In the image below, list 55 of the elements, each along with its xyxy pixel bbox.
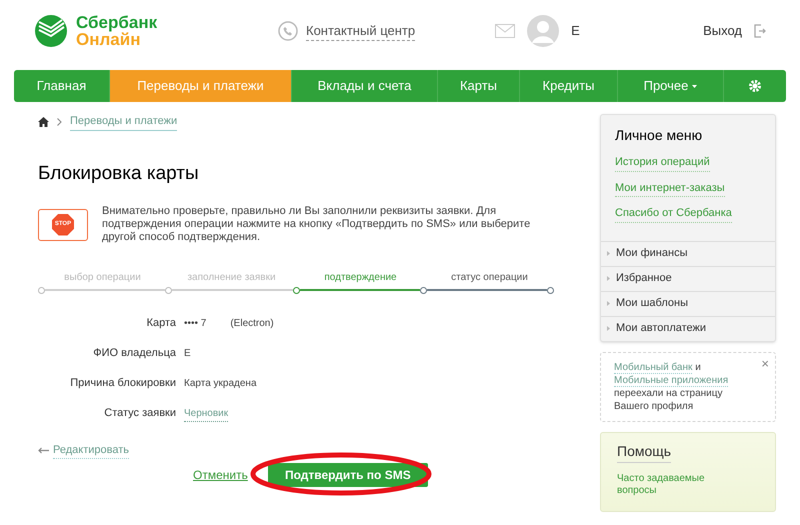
phone-icon	[278, 21, 298, 41]
panel-title: Личное меню	[615, 126, 704, 145]
nav-tab[interactable]: Прочее	[618, 70, 724, 102]
left-arrow-icon	[38, 446, 49, 454]
field-label: Статус заявки	[103, 406, 176, 422]
page-title: Блокировка карты	[38, 162, 200, 186]
tip-link[interactable]: Мобильные приложения	[614, 374, 728, 386]
step-label: выбор операции	[63, 270, 142, 284]
triangle-right-icon	[607, 276, 610, 281]
edit-link[interactable]: Редактировать	[53, 442, 129, 459]
close-icon[interactable]: ×	[761, 354, 769, 373]
faq-link[interactable]: Часто задаваемые вопросы	[617, 472, 707, 496]
triangle-right-icon	[607, 301, 610, 306]
breadcrumb-link[interactable]: Переводы и платежи	[70, 113, 178, 131]
triangle-right-icon	[607, 251, 610, 256]
menu-section[interactable]: Мои шаблоны	[601, 290, 775, 316]
logout-icon[interactable]	[754, 24, 766, 38]
field-value: Е	[184, 347, 191, 361]
field-label: Карта	[146, 316, 176, 332]
settings-icon[interactable]	[748, 79, 762, 93]
tip-link[interactable]: Мобильный банк	[614, 362, 692, 374]
contact-center-link[interactable]: Контактный центр	[306, 20, 416, 42]
cancel-link[interactable]: Отменить	[193, 466, 248, 484]
menu-link[interactable]: Спасибо от Сбербанка	[615, 205, 732, 222]
confirm-sms-button[interactable]: Подтвердить по SMS	[268, 463, 428, 487]
bank-logo-icon	[34, 14, 68, 48]
triangle-right-icon	[607, 326, 610, 331]
chevron-right-icon	[57, 118, 62, 126]
panel-title: Помощь	[617, 440, 672, 462]
home-icon[interactable]	[38, 117, 49, 127]
logo-text: Сбербанк	[76, 14, 158, 31]
menu-link[interactable]: История операций	[615, 154, 710, 172]
step-label: статус операции	[450, 270, 529, 284]
step-label: подтверждение	[323, 270, 398, 284]
nav-tab[interactable]: Вклады и счета	[292, 70, 438, 102]
nav-tab[interactable]: Кредиты	[520, 70, 618, 102]
notice-text: Внимательно проверьте, правильно ли Вы заполнили реквизиты заявки. Для подтверждения операции нажмите на кнопку «Подтвердить по SMS» или выберите другой способ подтверждения.	[102, 204, 532, 244]
user-name: Е	[571, 22, 581, 40]
menu-section[interactable]: Мои автоплатежи	[601, 316, 775, 340]
field-label: ФИО владельца	[92, 346, 176, 362]
menu-section[interactable]: Мои финансы	[601, 240, 775, 266]
nav-tab[interactable]: Карты	[438, 70, 520, 102]
avatar-icon	[527, 15, 560, 47]
nav-tab[interactable]: Переводы и платежи	[110, 70, 292, 102]
menu-link[interactable]: Мои интернет-заказы	[615, 180, 725, 197]
status-link[interactable]: Черновик	[184, 406, 228, 422]
field-value: •••• 7	[184, 317, 206, 331]
logo-subtitle: Онлайн	[76, 31, 140, 48]
logout-link[interactable]: Выход	[703, 21, 742, 41]
step-label: заполнение заявки	[186, 270, 277, 284]
tip-text: Мобильный банк и Мобильные приложения переехали на страницу Вашего профиля	[614, 360, 730, 412]
field-label: Причина блокировки	[69, 376, 176, 392]
field-value: Карта украдена	[184, 377, 257, 391]
menu-section[interactable]: Избранное	[601, 266, 775, 290]
field-note: (Electron)	[230, 317, 274, 331]
